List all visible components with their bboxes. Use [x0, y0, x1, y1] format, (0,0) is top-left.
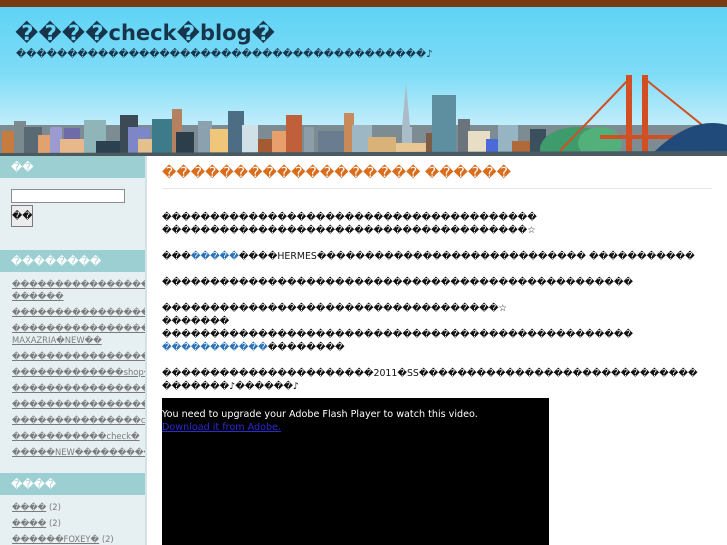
post-text: ���������������������������������������	[162, 212, 537, 223]
search-input[interactable]	[11, 189, 125, 203]
list-item: ���������������check�	[12, 414, 145, 426]
site-description: ����������������������������������������…	[16, 49, 433, 60]
list-item: �����NEW����������check�	[12, 446, 145, 458]
flash-message: You need to upgrade your Adobe Flash Pla…	[162, 409, 478, 420]
city-skyline-illustration	[0, 75, 727, 156]
sidebar: �� �� �������� ��������������� ��� ��� ���…	[0, 156, 147, 545]
recent-post-link[interactable]: �����������������������������	[12, 307, 145, 317]
recent-post-link[interactable]: �������������shop���������	[12, 367, 145, 377]
flash-video-placeholder[interactable]: You need to upgrade your Adobe Flash Pla…	[162, 398, 549, 545]
post-text: �������������������	[162, 341, 712, 354]
post-text: ��������������������������������������☆	[162, 225, 536, 236]
site-title[interactable]: ����check�blog�	[15, 21, 275, 45]
archive-link[interactable]: ����	[12, 502, 46, 512]
list-item: �������������shop���������	[12, 366, 145, 378]
list-item: ���� (2)	[12, 501, 135, 513]
post-title[interactable]: ������������������ ������	[162, 165, 712, 181]
post-inline-link[interactable]: �����������	[162, 342, 268, 353]
list-item: ������������������ ������	[12, 278, 145, 302]
site-header: ����check�blog� ������������������������…	[0, 7, 727, 156]
flash-download-link[interactable]: Download it from Adobe.	[162, 422, 281, 433]
post-inline-link[interactable]: �����	[191, 251, 239, 262]
archives-list: ���� (2) ���� (2) ������FOXEY� (2)	[0, 495, 145, 545]
list-item: ����������������������������������	[12, 382, 145, 394]
archives-heading: ����	[0, 473, 145, 495]
recent-post-link[interactable]: ���������������check�	[12, 415, 145, 425]
recent-post-link[interactable]: ���������������������BCBG MAXAZRIA�NEW��	[12, 323, 145, 345]
post-text: ��������	[267, 342, 345, 353]
post-text: �������	[162, 316, 230, 327]
post-text: ����HERMES���������������������������� �…	[238, 251, 695, 262]
top-bar	[0, 0, 727, 7]
post-text: ���	[162, 251, 191, 262]
archive-count: (2)	[49, 502, 61, 512]
recent-post-link[interactable]: �����NEW����������check�	[12, 447, 145, 457]
title-divider	[162, 188, 712, 189]
post-text: ������������HERMES����������������������…	[162, 250, 712, 263]
recent-post-link[interactable]: ������������������ ������	[12, 279, 145, 301]
post-body: ��������������������������������������� …	[162, 211, 712, 393]
recent-post-link[interactable]: ���������������������bv������FOXEY�	[12, 351, 145, 361]
archive-count: (2)	[49, 518, 61, 528]
list-item: �����������check�	[12, 430, 140, 442]
search-heading: ��	[0, 156, 145, 178]
post-text: �����������������������������������☆	[162, 303, 507, 314]
recent-posts-heading: ��������	[0, 250, 145, 272]
recent-posts-list: ��������������� ��� ��� ��� ������������ ��…	[0, 272, 145, 467]
archive-count: (2)	[101, 534, 114, 544]
archive-link[interactable]: ����	[12, 518, 46, 528]
post-text: �������♪������♪	[162, 381, 299, 392]
post-text: ����������������������2011�SS�����������…	[162, 368, 698, 379]
list-item: �����������������������������	[12, 306, 145, 318]
list-item: ���� (2)	[12, 517, 135, 529]
recent-post-link[interactable]: ����������������������������������	[12, 383, 145, 393]
search-button[interactable]: ��	[11, 205, 33, 227]
recent-post-link[interactable]: ������������������������������	[12, 399, 145, 409]
post-text: ����������������������������������������…	[162, 329, 634, 340]
search-widget: ��	[0, 178, 145, 250]
list-item: ������������������������������	[12, 398, 145, 410]
list-item: ���������������������BCBG MAXAZRIA�NEW��	[12, 322, 145, 346]
list-item: ������FOXEY� (2)	[12, 533, 135, 545]
list-item: ���������������������bv������FOXEY�	[12, 350, 145, 362]
recent-post-link[interactable]: �����������check�	[12, 431, 140, 441]
archive-link[interactable]: ������FOXEY�	[12, 534, 99, 544]
post-text: ����������������������������������������…	[162, 277, 634, 288]
